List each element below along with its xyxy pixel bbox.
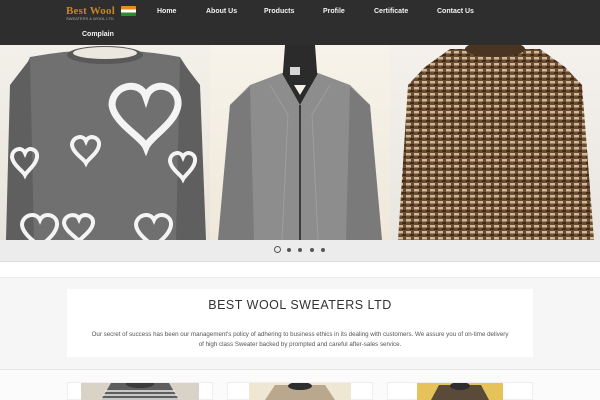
slider-dot-3[interactable]: [298, 248, 302, 252]
hero-slider[interactable]: [0, 45, 600, 240]
yellow-sweater-thumbnail[interactable]: [417, 383, 503, 400]
grey-heart-sweater-photo: [0, 45, 210, 240]
slider-dot-5[interactable]: [321, 248, 325, 252]
slider-dot-4[interactable]: [310, 248, 314, 252]
company-description-line-2: of high class Sweater backed by prompted…: [198, 341, 402, 348]
top-navbar: Best Wool SWEATERS & WOOL LTD. Home Abou…: [0, 0, 600, 45]
company-description: Our secret of success has been our manag…: [67, 330, 533, 350]
striped-sweater-thumbnail[interactable]: [81, 383, 199, 400]
company-description-line-1: Our secret of success has been our manag…: [91, 331, 509, 338]
intro-card: BEST WOOL SWEATERS LTD Our secret of suc…: [67, 289, 533, 357]
nav-item-complain[interactable]: Complain: [82, 31, 114, 38]
brown-textured-sweater-photo: [390, 45, 600, 240]
nav-item-contact-us[interactable]: Contact Us: [437, 8, 474, 15]
site-logo[interactable]: Best Wool SWEATERS & WOOL LTD.: [66, 5, 138, 21]
flag-badge-icon: [121, 6, 136, 16]
company-title: BEST WOOL SWEATERS LTD: [208, 298, 392, 312]
grey-zip-cardigan-photo: [210, 45, 390, 240]
beige-sweater-thumbnail[interactable]: [249, 383, 351, 400]
logo-tagline: SWEATERS & WOOL LTD.: [66, 16, 115, 21]
nav-item-profile[interactable]: Profile: [323, 8, 345, 15]
nav-item-certificate[interactable]: Certificate: [374, 8, 408, 15]
slider-pagination: [0, 240, 600, 262]
slider-dot-2[interactable]: [287, 248, 291, 252]
nav-item-home[interactable]: Home: [157, 8, 176, 15]
slider-dot-1[interactable]: [274, 246, 281, 253]
nav-item-products[interactable]: Products: [264, 8, 294, 15]
nav-item-about-us[interactable]: About Us: [206, 8, 237, 15]
